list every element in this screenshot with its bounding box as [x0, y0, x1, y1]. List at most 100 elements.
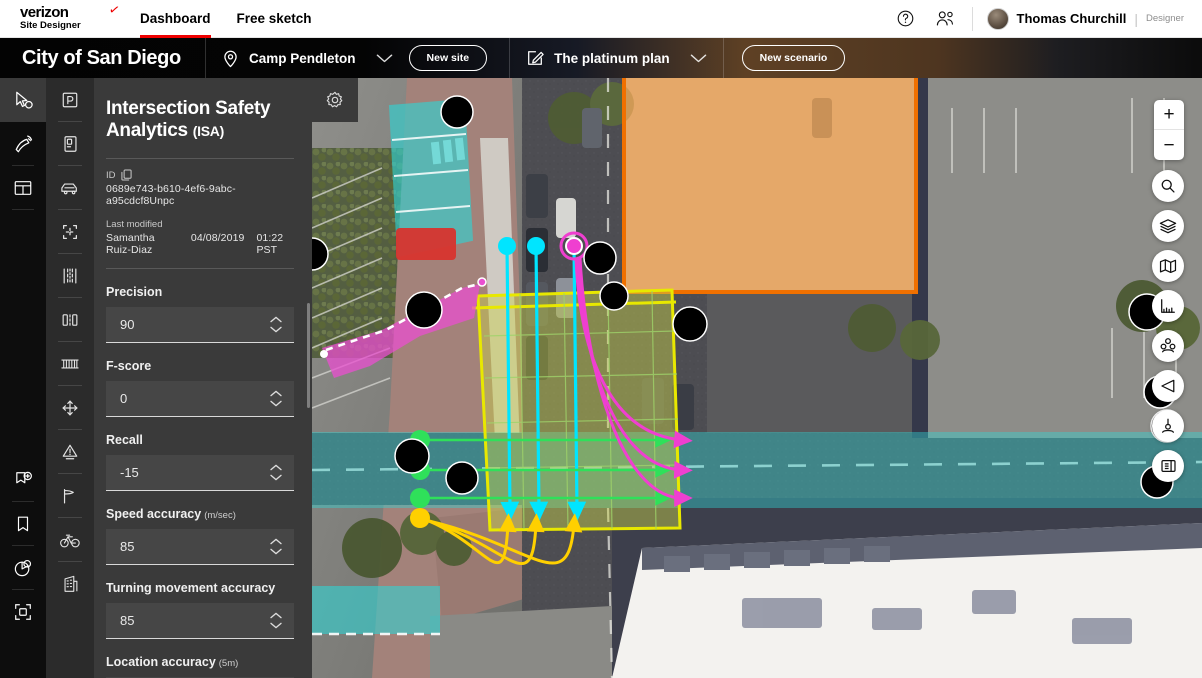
panel-settings-button[interactable] — [312, 78, 358, 122]
zoom-in-button[interactable]: + — [1154, 100, 1184, 130]
brand-subtitle: Site Designer — [20, 19, 81, 31]
turning-accuracy-value: 85 — [120, 613, 135, 628]
tool-median[interactable] — [46, 298, 94, 342]
pin-marker-icon — [1162, 418, 1174, 433]
location-pin-icon — [224, 50, 237, 67]
fscore-stepper[interactable] — [270, 381, 282, 416]
recall-input[interactable]: -15 — [106, 455, 294, 491]
tool-parking[interactable] — [46, 78, 94, 122]
cluster-nodes-icon — [1160, 338, 1176, 353]
select-cursor-icon — [15, 91, 33, 109]
chevron-down-icon — [270, 622, 282, 629]
parking-icon — [62, 92, 78, 108]
site-chevron[interactable] — [372, 53, 409, 64]
rail-bookmark-tool[interactable] — [0, 502, 46, 546]
map-measure-button[interactable] — [1152, 290, 1184, 322]
field-location-accuracy-label: Location accuracy (5m) — [106, 655, 294, 669]
field-fscore: F-score 0 — [106, 359, 294, 417]
tool-kiosk[interactable] — [46, 122, 94, 166]
tool-vehicle[interactable] — [46, 166, 94, 210]
copy-icon[interactable] — [120, 169, 132, 181]
rail-spacer — [0, 210, 46, 458]
chevron-down-icon — [270, 400, 282, 407]
speed-accuracy-stepper[interactable] — [270, 529, 282, 564]
modified-date: 04/08/2019 — [190, 232, 245, 244]
map-layers-button[interactable] — [1152, 210, 1184, 242]
page-title: Intersection Safety Analytics (ISA) — [106, 98, 294, 142]
map-pin-button[interactable] — [1152, 410, 1184, 442]
rail-layout-tool[interactable] — [0, 166, 46, 210]
brand-logo[interactable]: verizon ✓ Site Designer — [0, 1, 120, 32]
label-unit: (5m) — [218, 658, 239, 669]
primary-rail — [0, 78, 46, 678]
app-root: verizon ✓ Site Designer Dashboard Free sk… — [0, 0, 1202, 678]
precision-input[interactable]: 90 — [106, 307, 294, 343]
new-scenario-button[interactable]: New scenario — [741, 45, 846, 71]
speed-accuracy-input[interactable]: 85 — [106, 529, 294, 565]
divider — [722, 38, 724, 78]
rail-bookmark-add-tool[interactable] — [0, 458, 46, 502]
tab-dashboard-label: Dashboard — [140, 11, 211, 26]
vehicle-icon — [61, 183, 77, 195]
new-site-button[interactable]: New site — [408, 45, 488, 71]
field-location-accuracy: Location accuracy(5m) 85 — [106, 655, 294, 678]
plan-chevron[interactable] — [686, 53, 723, 64]
precision-stepper[interactable] — [270, 307, 282, 342]
tool-intersection-nodes[interactable] — [46, 210, 94, 254]
modified-block: Last modified Samantha Ruiz-Diaz 04/08/2… — [106, 219, 294, 256]
rail-capture-tool[interactable] — [0, 590, 46, 634]
field-precision: Precision 90 — [106, 285, 294, 343]
turning-accuracy-stepper[interactable] — [270, 603, 282, 638]
tool-crosswalk[interactable] — [46, 342, 94, 386]
tool-move[interactable] — [46, 386, 94, 430]
tab-dashboard[interactable]: Dashboard — [140, 0, 211, 38]
label-text: Turning movement accuracy — [106, 581, 276, 595]
divider — [106, 158, 294, 159]
map-search-button[interactable] — [1152, 170, 1184, 202]
main-nav: Dashboard Free sketch — [140, 0, 312, 38]
tool-lane-markings[interactable] — [46, 254, 94, 298]
verizon-check-icon: ✓ — [107, 0, 121, 18]
measure-ruler-icon — [1161, 299, 1175, 313]
bicycle-icon — [60, 534, 80, 548]
id-value: 0689e743-b610-4ef6-9abc-a95cdcf8Unpc — [106, 183, 236, 207]
details-panel-scroll[interactable]: Intersection Safety Analytics (ISA) ID 0… — [94, 78, 312, 678]
bookmark-icon — [17, 516, 29, 532]
recall-stepper[interactable] — [270, 455, 282, 490]
rail-select-tool[interactable] — [0, 78, 46, 122]
help-button[interactable] — [886, 0, 926, 38]
tool-bicycle[interactable] — [46, 518, 94, 562]
flow-node-green — [410, 488, 430, 508]
fscore-input[interactable]: 0 — [106, 381, 294, 417]
map-imagery — [312, 78, 1202, 678]
recall-value: -15 — [120, 465, 139, 480]
modified-label: Last modified — [106, 219, 163, 230]
site-selector[interactable]: Camp Pendleton — [206, 38, 372, 78]
map-cluster-button[interactable] — [1152, 330, 1184, 362]
user-menu[interactable]: Thomas Churchill | Designer — [971, 6, 1202, 31]
fscore-value: 0 — [120, 391, 128, 406]
map-canvas[interactable]: + − — [312, 78, 1202, 678]
map-basemap-button[interactable] — [1152, 250, 1184, 282]
tool-street-light[interactable] — [46, 474, 94, 518]
map-view-cone-button[interactable] — [1152, 370, 1184, 402]
plan-selector[interactable]: The platinum plan — [510, 38, 686, 78]
gear-icon — [326, 91, 343, 108]
tool-warning-signal[interactable] — [46, 430, 94, 474]
chevron-up-icon — [270, 538, 282, 545]
plan-name: The platinum plan — [554, 50, 670, 66]
bookmark-add-icon — [16, 471, 32, 484]
field-precision-label: Precision — [106, 285, 294, 299]
panel-scrollbar[interactable] — [307, 303, 310, 408]
tab-free-sketch[interactable]: Free sketch — [237, 0, 312, 38]
tool-building[interactable] — [46, 562, 94, 606]
turning-accuracy-input[interactable]: 85 — [106, 603, 294, 639]
zoom-out-button[interactable]: − — [1154, 130, 1184, 160]
rail-sketch-tool[interactable] — [0, 122, 46, 166]
chevron-up-icon — [270, 612, 282, 619]
id-block: ID 0689e743-b610-4ef6-9abc-a95cdcf8Unpc — [106, 169, 294, 207]
rail-analytics-tool[interactable] — [0, 546, 46, 590]
map-legend-button[interactable] — [1152, 450, 1184, 482]
team-button[interactable] — [926, 0, 966, 38]
panel-layout-icon — [14, 181, 32, 195]
